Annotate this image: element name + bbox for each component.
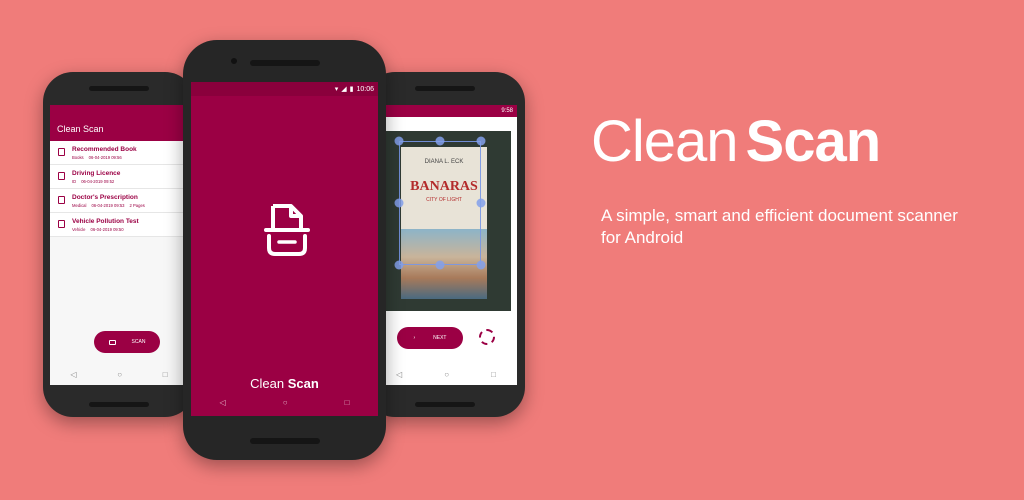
id-card-icon bbox=[58, 172, 65, 180]
status-time: 9:58 bbox=[501, 108, 513, 114]
document-title: Driving Licence bbox=[72, 170, 121, 177]
crop-handle[interactable] bbox=[394, 260, 404, 270]
home-icon[interactable]: ○ bbox=[444, 370, 449, 379]
document-date: 06-04-2019 09:53 bbox=[91, 203, 125, 208]
speaker bbox=[415, 86, 475, 91]
document-date: 06-04-2019 09:50 bbox=[90, 227, 124, 232]
phone-splash: ▾ ◢ ▮ 10:06 Clean Scan ◁ ○ □ bbox=[183, 40, 386, 460]
document-list: Recommended Book Books 06-04-2019 09:56 D… bbox=[50, 141, 188, 237]
back-icon[interactable]: ◁ bbox=[70, 370, 76, 379]
nav-bar: ◁ ○ □ bbox=[50, 363, 188, 385]
back-icon[interactable]: ◁ bbox=[396, 370, 402, 379]
list-item[interactable]: Vehicle Pollution Test Vehicle 06-04-2019… bbox=[50, 213, 188, 237]
document-category: Books bbox=[72, 155, 84, 160]
speaker bbox=[415, 402, 475, 407]
crop-frame[interactable] bbox=[399, 141, 481, 265]
hero-tagline: A simple, smart and efficient document s… bbox=[601, 206, 958, 247]
car-icon bbox=[58, 220, 65, 228]
battery-icon: ▮ bbox=[349, 86, 354, 93]
speaker bbox=[249, 60, 320, 66]
crop-handle[interactable] bbox=[435, 260, 445, 270]
speaker bbox=[249, 438, 320, 444]
speaker bbox=[89, 402, 149, 407]
document-date: 06-04-2019 09:56 bbox=[88, 155, 122, 160]
document-category: Vehicle bbox=[72, 227, 86, 232]
camera-icon bbox=[108, 339, 116, 345]
recents-icon[interactable]: □ bbox=[345, 398, 350, 407]
hero-title-bold: Scan bbox=[745, 109, 882, 174]
next-button[interactable]: › NEXT bbox=[397, 327, 463, 349]
status-time: 10:06 bbox=[356, 85, 374, 93]
status-bar: ▾ ◢ ▮ 10:06 bbox=[191, 82, 378, 96]
crop-handle[interactable] bbox=[394, 198, 404, 208]
document-date: 06-04-2019 09:52 bbox=[81, 179, 115, 184]
status-bar: 9:58 bbox=[375, 105, 517, 117]
scanned-photo: DIANA L. ECK BANARAS CITY OF LIGHT bbox=[381, 131, 511, 311]
nav-bar: ◁ ○ □ bbox=[375, 363, 517, 385]
scan-label: SCAN bbox=[131, 339, 146, 345]
document-pages: 2 Pages bbox=[129, 203, 145, 208]
crop-handle[interactable] bbox=[394, 136, 404, 146]
crop-handle[interactable] bbox=[476, 260, 486, 270]
crop-screen: 9:58 DIANA L. ECK BANARAS CITY OF LIGHT … bbox=[375, 105, 517, 385]
wifi-icon: ▾ bbox=[334, 86, 339, 93]
home-icon[interactable]: ○ bbox=[283, 398, 288, 407]
status-bar bbox=[50, 105, 188, 117]
document-category: ID bbox=[72, 179, 77, 184]
hero-title: Clean Scan bbox=[591, 108, 882, 175]
document-title: Doctor's Prescription bbox=[72, 194, 138, 201]
document-category: Medical bbox=[72, 203, 87, 208]
recents-icon[interactable]: □ bbox=[163, 370, 168, 379]
scan-logo-icon bbox=[263, 202, 311, 260]
chevron-right-icon: › bbox=[413, 335, 416, 341]
next-label: NEXT bbox=[433, 335, 447, 341]
scan-button[interactable]: SCAN bbox=[94, 331, 160, 353]
app-title: Clean Scan bbox=[57, 124, 104, 134]
front-camera bbox=[231, 58, 237, 64]
crop-handle[interactable] bbox=[476, 198, 486, 208]
list-item[interactable]: Recommended Book Books 06-04-2019 09:56 bbox=[50, 141, 188, 165]
document-title: Vehicle Pollution Test bbox=[72, 218, 139, 225]
document-list-screen: Clean Scan Recommended Book Books 06-04-2… bbox=[50, 105, 188, 385]
crop-handle[interactable] bbox=[476, 136, 486, 146]
nav-bar: ◁ ○ □ bbox=[191, 388, 378, 416]
list-item[interactable]: Driving Licence ID 06-04-2019 09:52 bbox=[50, 165, 188, 189]
home-icon[interactable]: ○ bbox=[117, 370, 122, 379]
document-title: Recommended Book bbox=[72, 146, 137, 153]
rotate-icon[interactable] bbox=[479, 329, 495, 345]
signal-icon: ◢ bbox=[341, 86, 347, 93]
medical-icon bbox=[58, 196, 65, 204]
book-icon bbox=[58, 148, 65, 156]
crop-handle[interactable] bbox=[435, 136, 445, 146]
phone-crop-screen: 9:58 DIANA L. ECK BANARAS CITY OF LIGHT … bbox=[365, 72, 525, 417]
recents-icon[interactable]: □ bbox=[491, 370, 496, 379]
list-item[interactable]: Doctor's Prescription Medical 06-04-2019 … bbox=[50, 189, 188, 213]
app-bar: Clean Scan bbox=[50, 117, 188, 141]
hero-title-light: Clean bbox=[591, 109, 739, 174]
splash-screen: ▾ ◢ ▮ 10:06 Clean Scan ◁ ○ □ bbox=[191, 82, 378, 416]
phone-document-list: Clean Scan Recommended Book Books 06-04-2… bbox=[43, 72, 195, 417]
speaker bbox=[89, 86, 149, 91]
back-icon[interactable]: ◁ bbox=[220, 398, 226, 407]
